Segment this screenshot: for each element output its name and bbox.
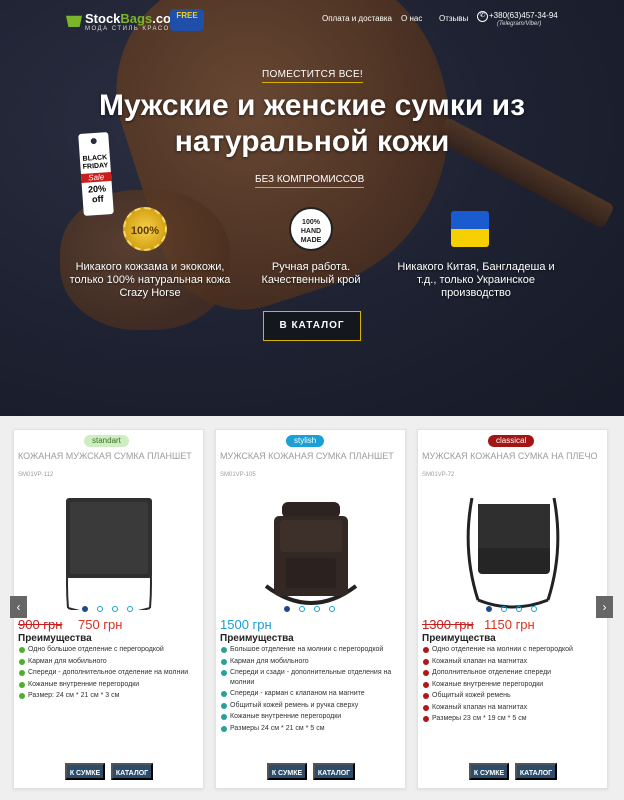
- product-image[interactable]: [54, 490, 164, 610]
- advantages-list: Одно отделение на молнии с перегородкой …: [422, 645, 606, 726]
- product-badge: stylish: [286, 435, 325, 447]
- list-item: Размер: 24 см * 21 см * 3 см: [18, 691, 202, 701]
- list-item: Размеры 23 см * 19 см * 5 см: [422, 714, 606, 724]
- list-item: Общитый кожей ремень: [422, 691, 606, 701]
- phone-messenger-note: (Telegram/Viber): [497, 21, 542, 27]
- to-bag-button[interactable]: К СУМКЕ: [267, 763, 307, 780]
- handmade-icon: 100% HAND MADE: [289, 207, 333, 251]
- image-carousel-dots[interactable]: [486, 606, 537, 612]
- product-badge: standart: [84, 435, 129, 447]
- product-sku: SM01VP-112: [18, 472, 54, 478]
- list-item: Спереди - карман с клапаном на магните: [220, 689, 404, 699]
- catalog-link-button[interactable]: КАТАЛОГ: [111, 763, 153, 780]
- product-price: 1500 грн: [220, 617, 272, 632]
- phone-icon: ✆: [477, 11, 488, 22]
- product-image[interactable]: [458, 490, 568, 610]
- list-item: Кожаный клапан на магнитах: [422, 657, 606, 667]
- hero-pre-title: ПОМЕСТИТСЯ ВСЕ!: [262, 69, 363, 83]
- nav-link-about[interactable]: О нас: [401, 14, 422, 23]
- image-carousel-dots[interactable]: [284, 606, 335, 612]
- list-item: Кожаный клапан на магнитах: [422, 703, 606, 713]
- list-item: Общитый кожей ремень и ручка сверху: [220, 701, 404, 711]
- product-card: stylish МУЖСКАЯ КОЖАНАЯ СУМКА ПЛАНШЕТ SM…: [215, 429, 406, 789]
- to-bag-button[interactable]: К СУМКЕ: [469, 763, 509, 780]
- logo-tagline: МОДА СТИЛЬ КРАСОТА: [85, 26, 181, 32]
- hero-banner: StockBags.com.ua МОДА СТИЛЬ КРАСОТА FREE…: [0, 0, 624, 416]
- catalog-link-button[interactable]: КАТАЛОГ: [515, 763, 557, 780]
- product-title[interactable]: МУЖСКАЯ КОЖАНАЯ СУМКА ПЛАНШЕТ: [220, 452, 400, 461]
- product-sku: SM01VP-105: [220, 472, 256, 478]
- list-item: Большое отделение на молнии с перегородк…: [220, 645, 404, 655]
- ukraine-flag-icon: [451, 211, 489, 247]
- list-item: Одно большое отделение с перегородкой: [18, 645, 202, 655]
- list-item: Кожаные внутренние перегородки: [18, 680, 202, 690]
- advantages-title: Преимущества: [422, 633, 496, 644]
- list-item: Спереди и сзади - дополнительные отделен…: [220, 668, 404, 687]
- black-friday-tag[interactable]: BLACK FRIDAY Sale 20% off: [78, 132, 114, 216]
- product-price: 1150 грн: [484, 617, 535, 632]
- feature-text-ukraine: Никакого Китая, Бангладеша и т.д., тольк…: [397, 261, 555, 299]
- gold-seal-icon: 100%: [123, 207, 167, 251]
- carousel-prev-icon[interactable]: ‹: [10, 596, 27, 618]
- catalog-link-button[interactable]: КАТАЛОГ: [313, 763, 355, 780]
- phone-number[interactable]: +380(63)457-34-94: [489, 11, 558, 20]
- nav-link-payment[interactable]: Оплата и доставка: [322, 14, 392, 23]
- hero-title: Мужские и женские сумки из натуральной к…: [98, 89, 525, 158]
- feature-text-leather: Никакого кожзама и экокожи, только 100% …: [69, 261, 231, 299]
- carousel-next-icon[interactable]: ›: [596, 596, 613, 618]
- nav-link-reviews[interactable]: Отзывы: [439, 14, 468, 23]
- product-price: 750 грн: [78, 617, 123, 632]
- list-item: Карман для мобильного: [220, 657, 404, 667]
- product-card: classical МУЖСКАЯ КОЖАНАЯ СУМКА НА ПЛЕЧО…: [417, 429, 608, 789]
- advantages-list: Большое отделение на молнии с перегородк…: [220, 645, 404, 735]
- product-image[interactable]: [256, 490, 366, 610]
- feature-text-handmade: Ручная работа. Качественный крой: [261, 261, 361, 286]
- image-carousel-dots[interactable]: [82, 606, 133, 612]
- delivery-truck-icon: FREE: [170, 9, 204, 31]
- list-item: Кожаные внутренние перегородки: [422, 680, 606, 690]
- product-title[interactable]: МУЖСКАЯ КОЖАНАЯ СУМКА НА ПЛЕЧО: [422, 452, 602, 461]
- product-old-price: 900 грн: [18, 617, 63, 632]
- hero-subtitle: БЕЗ КОМПРОМИССОВ: [255, 174, 365, 188]
- advantages-title: Преимущества: [18, 633, 92, 644]
- list-item: Размеры 24 см * 21 см * 5 см: [220, 724, 404, 734]
- list-item: Дополнительное отделение спереди: [422, 668, 606, 678]
- advantages-title: Преимущества: [220, 633, 294, 644]
- product-title[interactable]: КОЖАНАЯ МУЖСКАЯ СУМКА ПЛАНШЕТ: [18, 452, 198, 461]
- list-item: Кожаные внутренние перегородки: [220, 712, 404, 722]
- product-sku: SM01VP-72: [422, 472, 455, 478]
- to-bag-button[interactable]: К СУМКЕ: [65, 763, 105, 780]
- list-item: Спереди - дополнительное отделение на мо…: [18, 668, 202, 678]
- product-old-price: 1300 грн: [422, 617, 474, 632]
- product-card: standart КОЖАНАЯ МУЖСКАЯ СУМКА ПЛАНШЕТ S…: [13, 429, 204, 789]
- product-badge: classical: [488, 435, 535, 447]
- advantages-list: Одно большое отделение с перегородкой Ка…: [18, 645, 202, 703]
- catalog-button[interactable]: В КАТАЛОГ: [263, 311, 361, 341]
- list-item: Одно отделение на молнии с перегородкой: [422, 645, 606, 655]
- list-item: Карман для мобильного: [18, 657, 202, 667]
